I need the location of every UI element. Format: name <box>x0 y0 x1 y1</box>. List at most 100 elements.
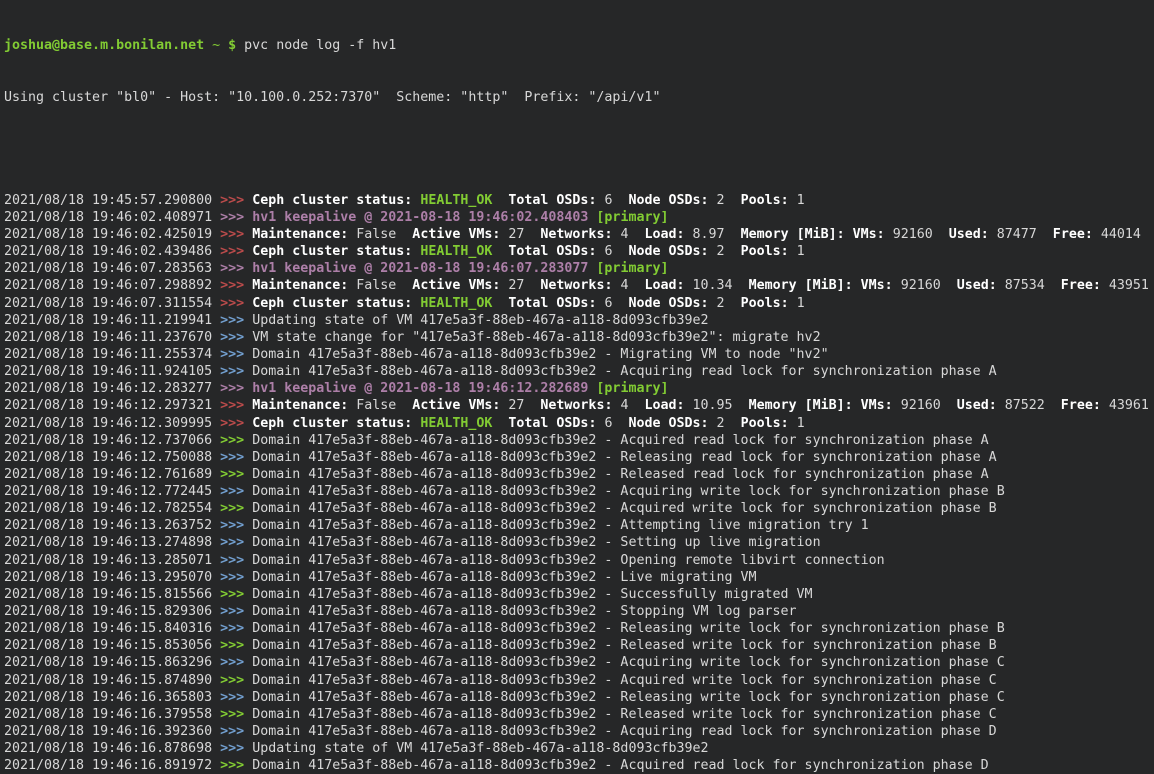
log-arrow-icon: >>> <box>220 467 252 482</box>
log-arrow-icon: >>> <box>220 398 252 413</box>
log-segment: Domain 417e5a3f-88eb-467a-a118-8d093cfb3… <box>252 638 997 653</box>
log-segment: False <box>356 227 396 242</box>
log-segment: Load: <box>628 227 692 242</box>
log-segment: Maintenance: <box>252 398 356 413</box>
log-segment: Domain 417e5a3f-88eb-467a-a118-8d093cfb3… <box>252 587 812 602</box>
log-segment: Ceph cluster status: <box>252 244 420 259</box>
log-timestamp: 2021/08/18 19:46:12.737066 <box>4 433 220 448</box>
prompt-symbol: $ <box>228 38 236 53</box>
log-lines: 2021/08/18 19:45:57.290800 >>> Ceph clus… <box>4 192 1154 774</box>
log-line: 2021/08/18 19:46:11.255374 >>> Domain 41… <box>4 346 1154 363</box>
log-segment: Domain 417e5a3f-88eb-467a-a118-8d093cfb3… <box>252 673 997 688</box>
log-arrow-icon: >>> <box>220 364 252 379</box>
log-timestamp: 2021/08/18 19:46:16.878698 <box>4 741 220 756</box>
log-segment: Active VMs: <box>396 398 508 413</box>
log-segment: Domain 417e5a3f-88eb-467a-a118-8d093cfb3… <box>252 467 989 482</box>
log-timestamp: 2021/08/18 19:46:07.311554 <box>4 296 220 311</box>
log-segment: False <box>356 278 396 293</box>
log-line: 2021/08/18 19:46:15.829306 >>> Domain 41… <box>4 603 1154 620</box>
log-segment: [primary] <box>596 381 668 396</box>
log-segment: 92160 <box>901 278 941 293</box>
log-segment: 87522 <box>1005 398 1045 413</box>
log-arrow-icon: >>> <box>220 381 252 396</box>
log-line: 2021/08/18 19:46:12.750088 >>> Domain 41… <box>4 449 1154 466</box>
log-line: 2021/08/18 19:46:12.283277 >>> hv1 keepa… <box>4 380 1154 397</box>
log-segment: Node OSDs: <box>612 416 716 431</box>
log-line: 2021/08/18 19:46:11.237670 >>> VM state … <box>4 329 1154 346</box>
log-segment: Ceph cluster status: <box>252 296 420 311</box>
log-timestamp: 2021/08/18 19:46:12.772445 <box>4 484 220 499</box>
log-arrow-icon: >>> <box>220 587 252 602</box>
log-segment: Domain 417e5a3f-88eb-467a-a118-8d093cfb3… <box>252 621 1005 636</box>
log-timestamp: 2021/08/18 19:46:16.392360 <box>4 724 220 739</box>
log-timestamp: 2021/08/18 19:46:13.263752 <box>4 518 220 533</box>
log-timestamp: 2021/08/18 19:46:16.379558 <box>4 707 220 722</box>
terminal-window[interactable]: joshua@base.m.bonilan.net~$pvc node log … <box>0 0 1154 774</box>
log-line: 2021/08/18 19:46:07.311554 >>> Ceph clus… <box>4 295 1154 312</box>
log-segment: 1 <box>797 244 805 259</box>
log-timestamp: 2021/08/18 19:46:02.408971 <box>4 210 220 225</box>
log-segment: 43961 <box>1109 398 1149 413</box>
log-arrow-icon: >>> <box>220 553 252 568</box>
log-segment: Domain 417e5a3f-88eb-467a-a118-8d093cfb3… <box>252 518 868 533</box>
log-arrow-icon: >>> <box>220 518 252 533</box>
log-arrow-icon: >>> <box>220 193 252 208</box>
log-segment: Active VMs: <box>396 278 508 293</box>
log-line: 2021/08/18 19:46:12.782554 >>> Domain 41… <box>4 500 1154 517</box>
log-segment: HEALTH_OK <box>420 416 492 431</box>
log-segment: Domain 417e5a3f-88eb-467a-a118-8d093cfb3… <box>252 724 997 739</box>
log-arrow-icon: >>> <box>220 347 252 362</box>
log-line: 2021/08/18 19:46:15.815566 >>> Domain 41… <box>4 586 1154 603</box>
log-segment: Total OSDs: <box>492 296 604 311</box>
log-segment: Free: <box>1045 278 1109 293</box>
log-segment: HEALTH_OK <box>420 244 492 259</box>
log-segment: 87534 <box>1005 278 1045 293</box>
log-line: 2021/08/18 19:46:15.863296 >>> Domain 41… <box>4 654 1154 671</box>
log-line: 2021/08/18 19:46:16.365803 >>> Domain 41… <box>4 689 1154 706</box>
log-segment: 2 <box>717 244 725 259</box>
log-segment: 87477 <box>997 227 1037 242</box>
log-segment: Domain 417e5a3f-88eb-467a-a118-8d093cfb3… <box>252 501 997 516</box>
log-line: 2021/08/18 19:46:13.295070 >>> Domain 41… <box>4 569 1154 586</box>
log-arrow-icon: >>> <box>220 330 252 345</box>
log-segment: 2 <box>717 416 725 431</box>
log-segment: Node OSDs: <box>612 244 716 259</box>
log-timestamp: 2021/08/18 19:46:15.853056 <box>4 638 220 653</box>
log-arrow-icon: >>> <box>220 570 252 585</box>
log-line: 2021/08/18 19:46:15.853056 >>> Domain 41… <box>4 637 1154 654</box>
log-line: 2021/08/18 19:46:13.274898 >>> Domain 41… <box>4 534 1154 551</box>
log-segment: Total OSDs: <box>492 416 604 431</box>
log-timestamp: 2021/08/18 19:46:12.297321 <box>4 398 220 413</box>
log-timestamp: 2021/08/18 19:46:07.283563 <box>4 261 220 276</box>
log-timestamp: 2021/08/18 19:46:12.761689 <box>4 467 220 482</box>
log-segment: Memory [MiB]: VMs: <box>733 398 901 413</box>
log-segment: Pools: <box>725 244 797 259</box>
log-segment: 8.97 <box>693 227 725 242</box>
cluster-info-line: Using cluster "bl0" - Host: "10.100.0.25… <box>4 89 1154 106</box>
log-arrow-icon: >>> <box>220 227 252 242</box>
log-line: 2021/08/18 19:46:16.878698 >>> Updating … <box>4 740 1154 757</box>
log-segment: Domain 417e5a3f-88eb-467a-a118-8d093cfb3… <box>252 604 796 619</box>
log-segment: hv1 keepalive @ 2021-08-18 19:46:02.4084… <box>252 210 596 225</box>
log-line: 2021/08/18 19:46:12.761689 >>> Domain 41… <box>4 466 1154 483</box>
log-segment: 2 <box>717 296 725 311</box>
log-segment: 1 <box>797 296 805 311</box>
log-segment: 2 <box>717 193 725 208</box>
log-line: 2021/08/18 19:46:16.392360 >>> Domain 41… <box>4 723 1154 740</box>
log-segment: Used: <box>933 227 997 242</box>
log-segment: Domain 417e5a3f-88eb-467a-a118-8d093cfb3… <box>252 364 997 379</box>
log-arrow-icon: >>> <box>220 707 252 722</box>
prompt-line: joshua@base.m.bonilan.net~$pvc node log … <box>4 37 1154 54</box>
log-timestamp: 2021/08/18 19:46:11.255374 <box>4 347 220 362</box>
log-line: 2021/08/18 19:46:15.874890 >>> Domain 41… <box>4 672 1154 689</box>
log-timestamp: 2021/08/18 19:46:11.219941 <box>4 313 220 328</box>
log-segment: Load: <box>628 398 692 413</box>
log-segment: Node OSDs: <box>612 193 716 208</box>
log-segment: Domain 417e5a3f-88eb-467a-a118-8d093cfb3… <box>252 347 828 362</box>
log-arrow-icon: >>> <box>220 450 252 465</box>
log-segment: 27 <box>508 398 524 413</box>
log-segment: HEALTH_OK <box>420 193 492 208</box>
log-arrow-icon: >>> <box>220 655 252 670</box>
log-segment: [primary] <box>596 210 668 225</box>
blank-line <box>4 140 1154 157</box>
